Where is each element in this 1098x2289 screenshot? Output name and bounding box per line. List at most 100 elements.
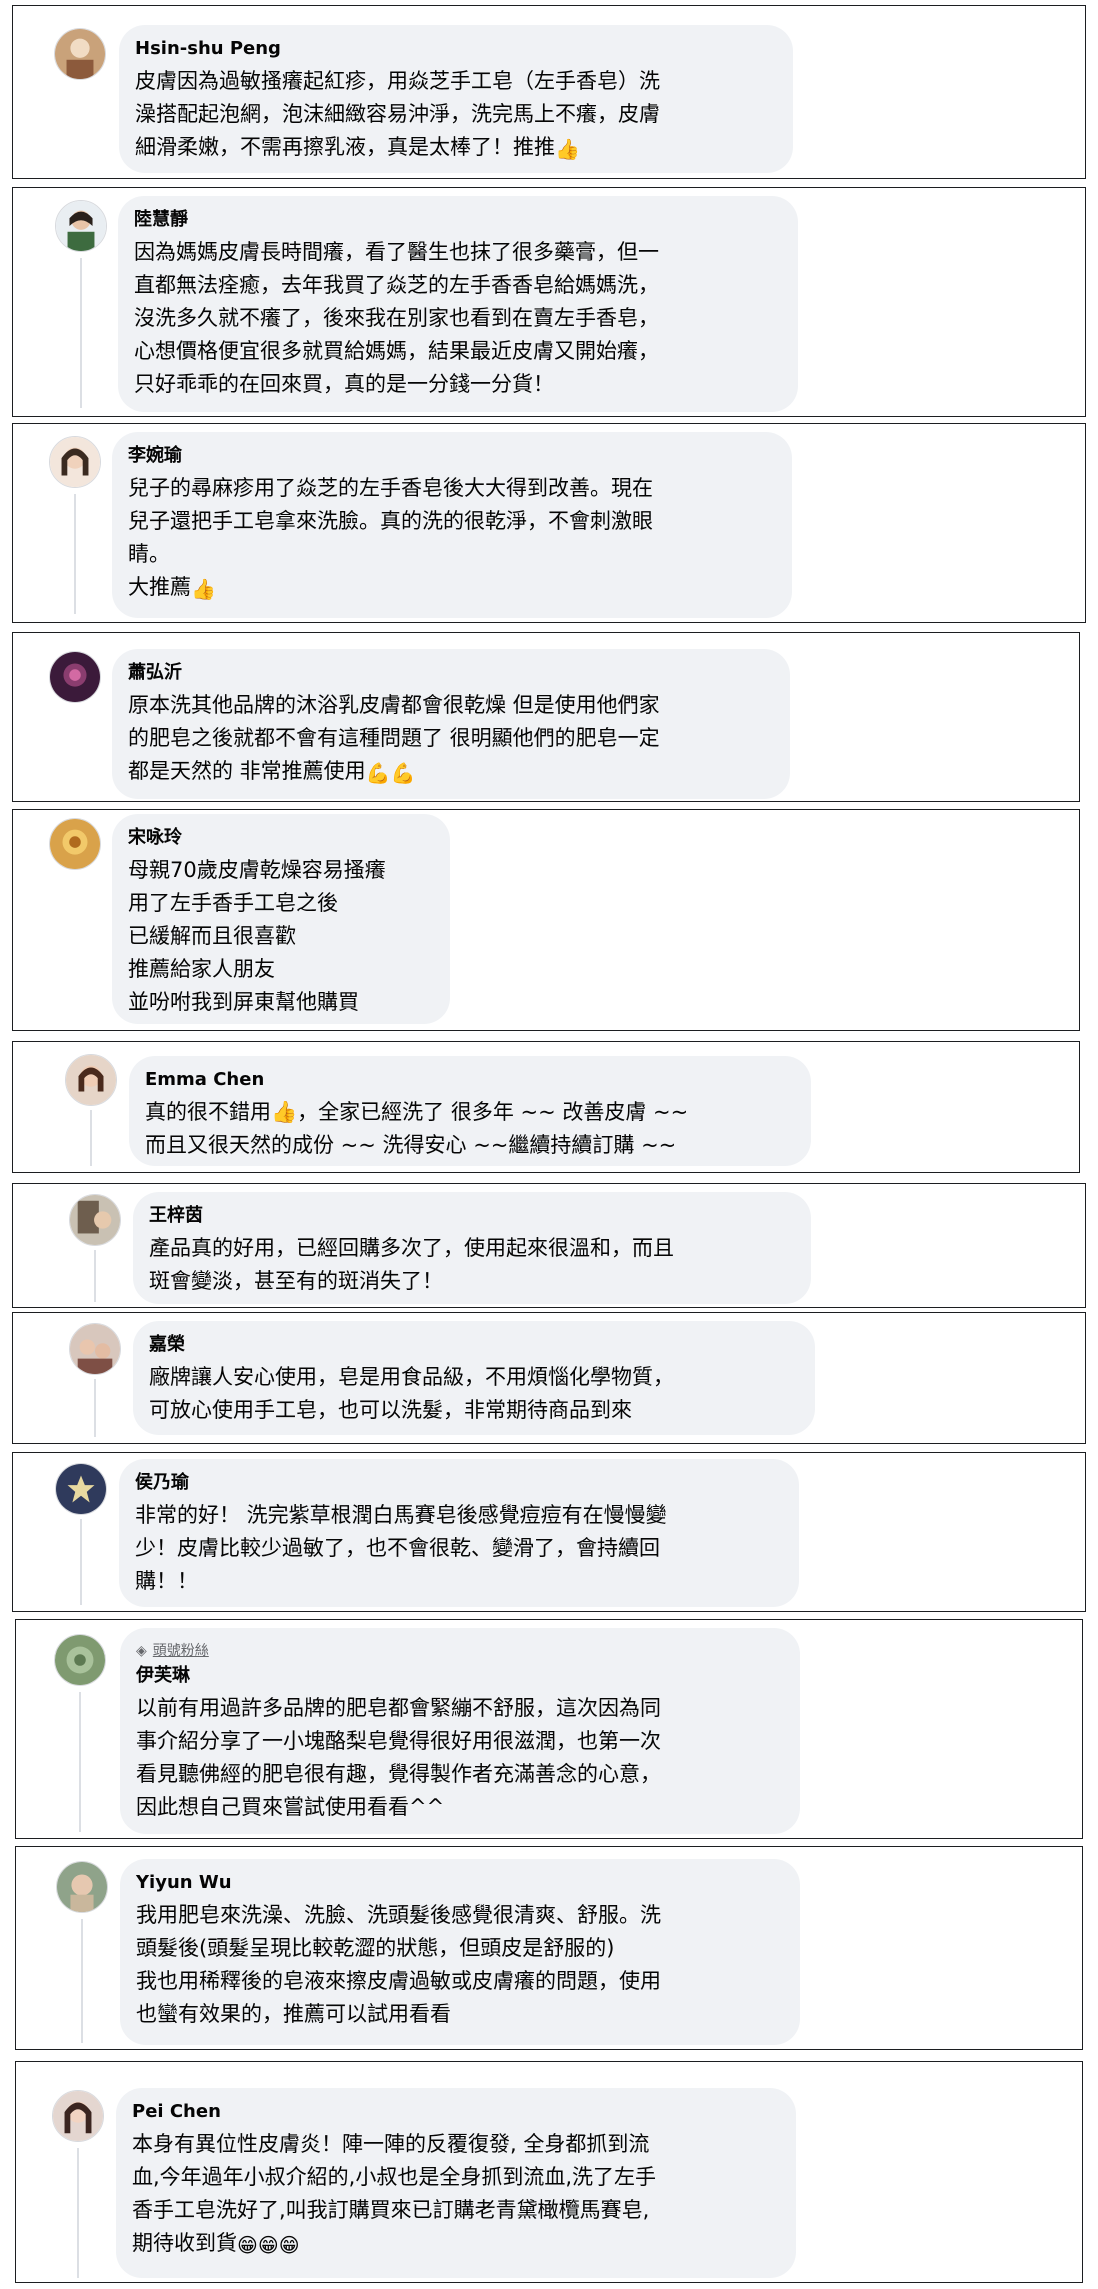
grinning-face-icon: 😁😁😁 [237,2233,300,2257]
comment-card: 李婉瑜 兒子的尋麻疹用了焱芝的左手香皂後大大得到改善。現在 兒子還把手工皂拿來洗… [12,423,1086,623]
comment-text-line: 香手工皂洗好了,叫我訂購買來已訂購老青黛橄欖馬賽皂, [132,2198,650,2222]
comment-text-line: 原本洗其他品牌的沐浴乳皮膚都會很乾燥 但是使用他們家 [128,693,660,717]
comment-text-line: 看見聽佛經的肥皂很有趣，覺得製作者充滿善念的心意， [136,1762,661,1786]
comment-text-line: 沒洗多久就不癢了，後來我在別家也看到在賣左手香皂， [134,306,659,330]
comment-author[interactable]: Emma Chen [145,1068,795,1092]
thumbs-up-icon: 👍 [191,577,216,601]
comment-bubble: 嘉榮 廠牌讓人安心使用，皂是用食品級，不用煩惱化學物質， 可放心使用手工皂，也可… [133,1321,815,1435]
comment-text-line: 只好乖乖的在回來買，真的是一分錢一分貨！ [134,372,554,396]
comment-text-line: 少！皮膚比較少過敏了，也不會很乾、變滑了，會持續回 [135,1536,660,1560]
comment-card: 蕭弘沂 原本洗其他品牌的沐浴乳皮膚都會很乾燥 但是使用他們家 的肥皂之後就都不會… [12,632,1080,802]
comment-bubble: ◈ 頭號粉絲 伊芙琳 以前有用過許多品牌的肥皂都會緊繃不舒服，這次因為同 事介紹分… [120,1628,800,1834]
comment-card: 陸慧靜 因為媽媽皮膚長時間癢，看了醫生也抹了很多藥膏，但一 直都無法痊癒，去年我… [12,187,1086,417]
comment-author[interactable]: 陸慧靜 [134,208,782,232]
comment-bubble: 陸慧靜 因為媽媽皮膚長時間癢，看了醫生也抹了很多藥膏，但一 直都無法痊癒，去年我… [118,196,798,412]
comment-text-line: 本身有異位性皮膚炎！陣一陣的反覆復發, 全身都抓到流 [132,2132,650,2156]
comment-text-line: 睛。 [128,542,170,566]
comment-text-line: 母親70歲皮膚乾燥容易搔癢 [128,858,386,882]
comment-card: ◈ 頭號粉絲 伊芙琳 以前有用過許多品牌的肥皂都會緊繃不舒服，這次因為同 事介紹分… [15,1619,1083,1839]
comment-bubble: Pei Chen 本身有異位性皮膚炎！陣一陣的反覆復發, 全身都抓到流 血,今年… [116,2088,796,2278]
comment-text-line: 因此想自己買來嘗試使用看看^^ [136,1795,445,1819]
comment-card: 宋咏玲 母親70歲皮膚乾燥容易搔癢 用了左手香手工皂之後 已緩解而且很喜歡 推薦… [12,809,1080,1031]
thread-line [90,1110,92,1166]
comment-bubble: 王梓茵 產品真的好用，已經回購多次了，使用起來很溫和，而且 斑會變淡，甚至有的斑… [133,1192,811,1304]
comment-bubble: Hsin-shu Peng 皮膚因為過敏搔癢起紅疹，用焱芝手工皂（左手香皂）洗 … [119,25,793,173]
comment-text-line: 已緩解而且很喜歡 [128,924,296,948]
comment-text-line: 的肥皂之後就都不會有這種問題了 很明顯他們的肥皂一定 [128,726,660,750]
comment-card: Yiyun Wu 我用肥皂來洗澡、洗臉、洗頭髮後感覺很清爽、舒服。洗 頭髮後(頭… [15,1846,1083,2050]
comment-text-line: 皮膚因為過敏搔癢起紅疹，用焱芝手工皂（左手香皂）洗 [135,69,660,93]
avatar[interactable] [69,1323,121,1375]
comment-text-line: 我也用稀釋後的皂液來擦皮膚過敏或皮膚癢的問題，使用 [136,1969,661,1993]
comment-text-line: 期待收到貨 [132,2231,237,2255]
avatar[interactable] [49,436,101,488]
comment-author[interactable]: 宋咏玲 [128,826,434,850]
avatar[interactable] [69,1194,121,1246]
comment-text-line: 兒子的尋麻疹用了焱芝的左手香皂後大大得到改善。現在 [128,476,653,500]
thread-line [80,1519,82,1605]
comment-text-line: 可放心使用手工皂，也可以洗髮，非常期待商品到來 [149,1398,632,1422]
comment-text-line: 用了左手香手工皂之後 [128,891,338,915]
comment-card: Pei Chen 本身有異位性皮膚炎！陣一陣的反覆復發, 全身都抓到流 血,今年… [15,2061,1083,2283]
flexed-biceps-icon: 💪💪 [365,761,416,785]
comment-bubble: 宋咏玲 母親70歲皮膚乾燥容易搔癢 用了左手香手工皂之後 已緩解而且很喜歡 推薦… [112,814,450,1024]
comment-text-line: 產品真的好用，已經回購多次了，使用起來很溫和，而且 [149,1236,674,1260]
comment-author[interactable]: 王梓茵 [149,1204,795,1228]
comment-text-line: 心想價格便宜很多就買給媽媽，結果最近皮膚又開始癢， [134,339,659,363]
comment-author[interactable]: 伊芙琳 [136,1664,784,1688]
thumbs-up-icon: 👍 [555,137,580,161]
thread-line [79,1692,81,1832]
comment-bubble: 蕭弘沂 原本洗其他品牌的沐浴乳皮膚都會很乾燥 但是使用他們家 的肥皂之後就都不會… [112,649,790,799]
comment-text-line: 廠牌讓人安心使用，皂是用食品級，不用煩惱化學物質， [149,1365,674,1389]
comment-text-line: 頭髮後(頭髮呈現比較乾澀的狀態，但頭皮是舒服的) [136,1936,615,1960]
comment-author[interactable]: Hsin-shu Peng [135,37,777,61]
avatar[interactable] [54,28,106,80]
avatar[interactable] [55,200,107,252]
comment-text-line: 因為媽媽皮膚長時間癢，看了醫生也抹了很多藥膏，但一 [134,240,659,264]
comment-text-line: 並吩咐我到屏東幫他購買 [128,990,359,1014]
avatar[interactable] [54,1634,106,1686]
comment-text-line: 血,今年過年小叔介紹的,小叔也是全身抓到流血,洗了左手 [132,2165,657,2189]
comment-card: 侯乃瑜 非常的好！ 洗完紫草根潤白馬賽皂後感覺痘痘有在慢慢變 少！皮膚比較少過敏… [12,1452,1086,1612]
thread-line [94,1250,96,1302]
top-fan-badge[interactable]: 頭號粉絲 [153,1643,209,1659]
thread-line [94,1379,96,1437]
comment-author[interactable]: 蕭弘沂 [128,661,774,685]
comment-text-line: 而且又很天然的成份 ~~ 洗得安心 ~~繼續持續訂購 ~~ [145,1133,677,1157]
comment-bubble: Emma Chen 真的很不錯用👍，全家已經洗了 很多年 ~~ 改善皮膚 ~~ … [129,1056,811,1166]
comment-text-line: 購！！ [135,1569,198,1593]
thread-line [81,1919,83,2043]
comment-text-line: 推薦給家人朋友 [128,957,275,981]
comment-text-line: 事介紹分享了一小塊酪梨皂覺得很好用很滋潤，也第一次 [136,1729,661,1753]
comment-text-line: 斑會變淡，甚至有的斑消失了！ [149,1269,443,1293]
comment-author[interactable]: 嘉榮 [149,1333,799,1357]
avatar[interactable] [56,1861,108,1913]
avatar[interactable] [49,818,101,870]
comment-card: Emma Chen 真的很不錯用👍，全家已經洗了 很多年 ~~ 改善皮膚 ~~ … [12,1041,1080,1173]
avatar[interactable] [49,651,101,703]
comment-text-line: 也蠻有效果的，推薦可以試用看看 [136,2002,451,2026]
avatar[interactable] [65,1054,117,1106]
comment-author[interactable]: Pei Chen [132,2100,780,2124]
comment-bubble: 侯乃瑜 非常的好！ 洗完紫草根潤白馬賽皂後感覺痘痘有在慢慢變 少！皮膚比較少過敏… [119,1459,799,1607]
comment-card: Hsin-shu Peng 皮膚因為過敏搔癢起紅疹，用焱芝手工皂（左手香皂）洗 … [12,5,1086,179]
comment-text-line: 直都無法痊癒，去年我買了焱芝的左手香香皂給媽媽洗， [134,273,659,297]
comment-text-line: 澡搭配起泡網，泡沫細緻容易沖淨，洗完馬上不癢，皮膚 [135,102,660,126]
comment-text-line: 非常的好！ 洗完紫草根潤白馬賽皂後感覺痘痘有在慢慢變 [135,1503,667,1527]
comment-card: 王梓茵 產品真的好用，已經回購多次了，使用起來很溫和，而且 斑會變淡，甚至有的斑… [12,1183,1086,1308]
comment-author[interactable]: 侯乃瑜 [135,1471,783,1495]
comment-text-line: 細滑柔嫩，不需再擦乳液，真是太棒了！推推 [135,135,555,159]
comment-text-line: 兒子還把手工皂拿來洗臉。真的洗的很乾淨，不會刺激眼 [128,509,653,533]
avatar[interactable] [55,1463,107,1515]
comment-bubble: 李婉瑜 兒子的尋麻疹用了焱芝的左手香皂後大大得到改善。現在 兒子還把手工皂拿來洗… [112,432,792,618]
avatar[interactable] [52,2090,104,2142]
comment-author[interactable]: 李婉瑜 [128,444,776,468]
comment-text-line: 都是天然的 非常推薦使用 [128,759,366,783]
comment-text-line: 真的很不錯用👍，全家已經洗了 很多年 ~~ 改善皮膚 ~~ [145,1100,689,1124]
comment-text-line: 以前有用過許多品牌的肥皂都會緊繃不舒服，這次因為同 [136,1696,661,1720]
comment-bubble: Yiyun Wu 我用肥皂來洗澡、洗臉、洗頭髮後感覺很清爽、舒服。洗 頭髮後(頭… [120,1859,800,2045]
comment-text-line: 我用肥皂來洗澡、洗臉、洗頭髮後感覺很清爽、舒服。洗 [136,1903,661,1927]
thread-line [74,494,76,614]
thread-line [80,258,82,408]
comment-author[interactable]: Yiyun Wu [136,1871,784,1895]
